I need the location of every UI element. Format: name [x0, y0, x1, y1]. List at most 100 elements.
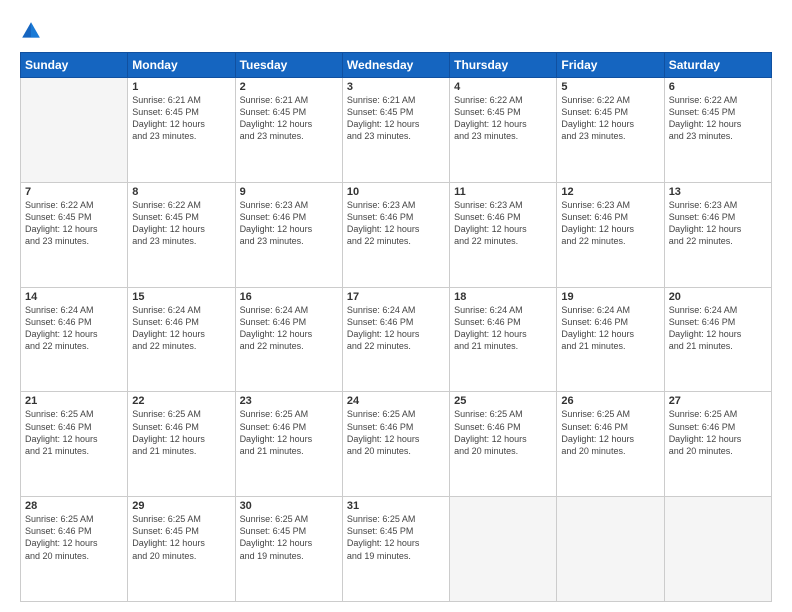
day-info: Sunrise: 6:25 AM Sunset: 6:46 PM Dayligh… — [347, 408, 445, 457]
day-info: Sunrise: 6:23 AM Sunset: 6:46 PM Dayligh… — [347, 199, 445, 248]
day-info: Sunrise: 6:25 AM Sunset: 6:45 PM Dayligh… — [240, 513, 338, 562]
day-info: Sunrise: 6:25 AM Sunset: 6:46 PM Dayligh… — [25, 408, 123, 457]
day-number: 7 — [25, 186, 123, 198]
header — [20, 18, 772, 42]
day-info: Sunrise: 6:24 AM Sunset: 6:46 PM Dayligh… — [25, 304, 123, 353]
calendar-day-cell: 15Sunrise: 6:24 AM Sunset: 6:46 PM Dayli… — [128, 287, 235, 392]
day-info: Sunrise: 6:22 AM Sunset: 6:45 PM Dayligh… — [669, 94, 767, 143]
logo-icon — [20, 20, 42, 42]
calendar-day-cell: 18Sunrise: 6:24 AM Sunset: 6:46 PM Dayli… — [450, 287, 557, 392]
day-number: 22 — [132, 395, 230, 407]
day-info: Sunrise: 6:24 AM Sunset: 6:46 PM Dayligh… — [561, 304, 659, 353]
calendar-day-cell: 31Sunrise: 6:25 AM Sunset: 6:45 PM Dayli… — [342, 497, 449, 602]
calendar-day-cell — [557, 497, 664, 602]
day-info: Sunrise: 6:21 AM Sunset: 6:45 PM Dayligh… — [347, 94, 445, 143]
day-number: 15 — [132, 291, 230, 303]
weekday-header: Wednesday — [342, 53, 449, 78]
calendar-day-cell: 11Sunrise: 6:23 AM Sunset: 6:46 PM Dayli… — [450, 182, 557, 287]
calendar-day-cell — [664, 497, 771, 602]
day-number: 21 — [25, 395, 123, 407]
day-info: Sunrise: 6:21 AM Sunset: 6:45 PM Dayligh… — [240, 94, 338, 143]
day-number: 27 — [669, 395, 767, 407]
calendar-day-cell: 14Sunrise: 6:24 AM Sunset: 6:46 PM Dayli… — [21, 287, 128, 392]
day-number: 8 — [132, 186, 230, 198]
day-number: 1 — [132, 81, 230, 93]
calendar-header-row: SundayMondayTuesdayWednesdayThursdayFrid… — [21, 53, 772, 78]
weekday-header: Friday — [557, 53, 664, 78]
day-info: Sunrise: 6:25 AM Sunset: 6:46 PM Dayligh… — [669, 408, 767, 457]
day-number: 28 — [25, 500, 123, 512]
calendar-day-cell — [450, 497, 557, 602]
day-info: Sunrise: 6:22 AM Sunset: 6:45 PM Dayligh… — [132, 199, 230, 248]
day-number: 11 — [454, 186, 552, 198]
day-info: Sunrise: 6:24 AM Sunset: 6:46 PM Dayligh… — [347, 304, 445, 353]
day-number: 10 — [347, 186, 445, 198]
calendar-week-row: 14Sunrise: 6:24 AM Sunset: 6:46 PM Dayli… — [21, 287, 772, 392]
day-number: 9 — [240, 186, 338, 198]
day-info: Sunrise: 6:22 AM Sunset: 6:45 PM Dayligh… — [25, 199, 123, 248]
calendar-day-cell — [21, 78, 128, 183]
day-number: 20 — [669, 291, 767, 303]
day-info: Sunrise: 6:25 AM Sunset: 6:46 PM Dayligh… — [240, 408, 338, 457]
calendar-day-cell: 16Sunrise: 6:24 AM Sunset: 6:46 PM Dayli… — [235, 287, 342, 392]
weekday-header: Sunday — [21, 53, 128, 78]
day-number: 2 — [240, 81, 338, 93]
day-info: Sunrise: 6:25 AM Sunset: 6:45 PM Dayligh… — [347, 513, 445, 562]
day-number: 12 — [561, 186, 659, 198]
day-info: Sunrise: 6:24 AM Sunset: 6:46 PM Dayligh… — [240, 304, 338, 353]
calendar-day-cell: 26Sunrise: 6:25 AM Sunset: 6:46 PM Dayli… — [557, 392, 664, 497]
day-info: Sunrise: 6:24 AM Sunset: 6:46 PM Dayligh… — [454, 304, 552, 353]
day-number: 6 — [669, 81, 767, 93]
calendar-day-cell: 4Sunrise: 6:22 AM Sunset: 6:45 PM Daylig… — [450, 78, 557, 183]
day-info: Sunrise: 6:23 AM Sunset: 6:46 PM Dayligh… — [240, 199, 338, 248]
day-info: Sunrise: 6:22 AM Sunset: 6:45 PM Dayligh… — [561, 94, 659, 143]
day-info: Sunrise: 6:22 AM Sunset: 6:45 PM Dayligh… — [454, 94, 552, 143]
calendar-day-cell: 30Sunrise: 6:25 AM Sunset: 6:45 PM Dayli… — [235, 497, 342, 602]
calendar-day-cell: 3Sunrise: 6:21 AM Sunset: 6:45 PM Daylig… — [342, 78, 449, 183]
calendar-day-cell: 13Sunrise: 6:23 AM Sunset: 6:46 PM Dayli… — [664, 182, 771, 287]
weekday-header: Tuesday — [235, 53, 342, 78]
calendar-day-cell: 20Sunrise: 6:24 AM Sunset: 6:46 PM Dayli… — [664, 287, 771, 392]
day-info: Sunrise: 6:25 AM Sunset: 6:45 PM Dayligh… — [132, 513, 230, 562]
calendar-day-cell: 17Sunrise: 6:24 AM Sunset: 6:46 PM Dayli… — [342, 287, 449, 392]
day-number: 17 — [347, 291, 445, 303]
day-number: 13 — [669, 186, 767, 198]
day-number: 23 — [240, 395, 338, 407]
weekday-header: Thursday — [450, 53, 557, 78]
day-number: 19 — [561, 291, 659, 303]
calendar-day-cell: 28Sunrise: 6:25 AM Sunset: 6:46 PM Dayli… — [21, 497, 128, 602]
calendar-day-cell: 5Sunrise: 6:22 AM Sunset: 6:45 PM Daylig… — [557, 78, 664, 183]
day-info: Sunrise: 6:25 AM Sunset: 6:46 PM Dayligh… — [561, 408, 659, 457]
calendar-week-row: 7Sunrise: 6:22 AM Sunset: 6:45 PM Daylig… — [21, 182, 772, 287]
day-info: Sunrise: 6:23 AM Sunset: 6:46 PM Dayligh… — [669, 199, 767, 248]
day-number: 25 — [454, 395, 552, 407]
weekday-header: Saturday — [664, 53, 771, 78]
day-info: Sunrise: 6:23 AM Sunset: 6:46 PM Dayligh… — [561, 199, 659, 248]
calendar-day-cell: 10Sunrise: 6:23 AM Sunset: 6:46 PM Dayli… — [342, 182, 449, 287]
calendar-day-cell: 23Sunrise: 6:25 AM Sunset: 6:46 PM Dayli… — [235, 392, 342, 497]
calendar-week-row: 21Sunrise: 6:25 AM Sunset: 6:46 PM Dayli… — [21, 392, 772, 497]
day-number: 14 — [25, 291, 123, 303]
day-info: Sunrise: 6:25 AM Sunset: 6:46 PM Dayligh… — [132, 408, 230, 457]
day-info: Sunrise: 6:25 AM Sunset: 6:46 PM Dayligh… — [25, 513, 123, 562]
weekday-header: Monday — [128, 53, 235, 78]
calendar-day-cell: 27Sunrise: 6:25 AM Sunset: 6:46 PM Dayli… — [664, 392, 771, 497]
day-info: Sunrise: 6:24 AM Sunset: 6:46 PM Dayligh… — [669, 304, 767, 353]
calendar-day-cell: 2Sunrise: 6:21 AM Sunset: 6:45 PM Daylig… — [235, 78, 342, 183]
day-info: Sunrise: 6:23 AM Sunset: 6:46 PM Dayligh… — [454, 199, 552, 248]
calendar-day-cell: 24Sunrise: 6:25 AM Sunset: 6:46 PM Dayli… — [342, 392, 449, 497]
logo — [20, 18, 44, 42]
day-number: 16 — [240, 291, 338, 303]
day-info: Sunrise: 6:24 AM Sunset: 6:46 PM Dayligh… — [132, 304, 230, 353]
day-number: 18 — [454, 291, 552, 303]
calendar-day-cell: 29Sunrise: 6:25 AM Sunset: 6:45 PM Dayli… — [128, 497, 235, 602]
day-number: 29 — [132, 500, 230, 512]
day-number: 3 — [347, 81, 445, 93]
calendar-day-cell: 25Sunrise: 6:25 AM Sunset: 6:46 PM Dayli… — [450, 392, 557, 497]
page: SundayMondayTuesdayWednesdayThursdayFrid… — [0, 0, 792, 612]
day-number: 5 — [561, 81, 659, 93]
calendar-week-row: 28Sunrise: 6:25 AM Sunset: 6:46 PM Dayli… — [21, 497, 772, 602]
calendar-day-cell: 22Sunrise: 6:25 AM Sunset: 6:46 PM Dayli… — [128, 392, 235, 497]
day-info: Sunrise: 6:25 AM Sunset: 6:46 PM Dayligh… — [454, 408, 552, 457]
calendar-day-cell: 9Sunrise: 6:23 AM Sunset: 6:46 PM Daylig… — [235, 182, 342, 287]
